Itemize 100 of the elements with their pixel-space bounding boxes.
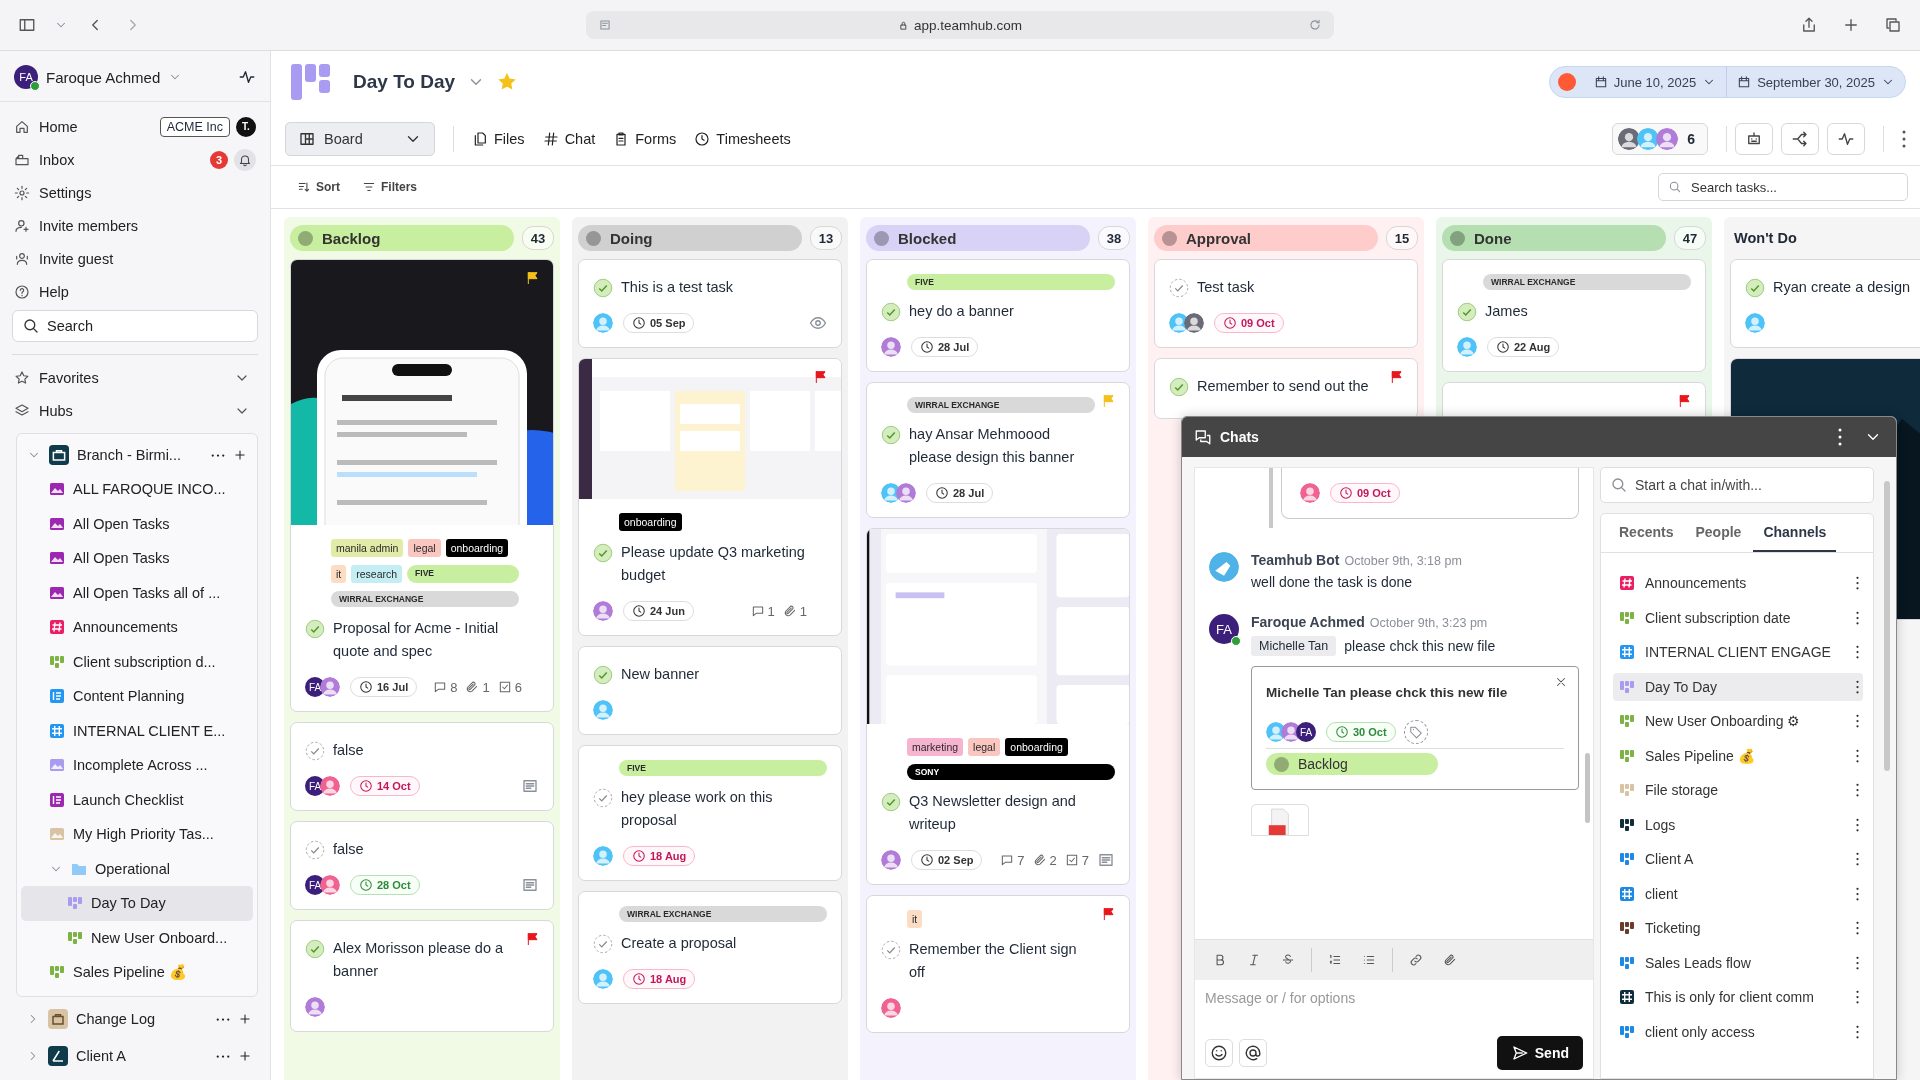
- nav-link[interactable]: Help: [14, 283, 256, 300]
- chat-tab[interactable]: People: [1685, 514, 1752, 552]
- channel-item[interactable]: Announcements: [1613, 569, 1863, 597]
- dashed-check-icon[interactable]: [1169, 278, 1189, 298]
- user-avatar[interactable]: FA: [14, 65, 38, 89]
- task-card[interactable]: Alex Morisson please do a banner: [290, 920, 554, 1032]
- task-card[interactable]: Ryan create a design: [1730, 259, 1920, 348]
- channel-item[interactable]: client: [1613, 879, 1863, 908]
- channel-item[interactable]: Day To Day: [1613, 672, 1863, 701]
- message-field[interactable]: Message or / for options: [1195, 980, 1593, 1036]
- chat-tab[interactable]: Channels: [1753, 514, 1837, 552]
- check-circle-icon[interactable]: [593, 278, 613, 298]
- task-card[interactable]: marketing legal onboarding SONY Q3 Newsletter design and writeup 02 Sep 7 2 7: [866, 528, 1130, 885]
- chat-tab[interactable]: Recents: [1609, 514, 1684, 552]
- notifications-button[interactable]: [234, 148, 256, 171]
- more-button[interactable]: [1902, 130, 1906, 148]
- search-field[interactable]: Search: [12, 310, 258, 342]
- check-circle-icon[interactable]: [305, 619, 325, 639]
- section-toggle[interactable]: Favorites: [0, 361, 270, 394]
- nav-link[interactable]: Home: [14, 118, 154, 135]
- hub-item[interactable]: Change Log: [20, 1000, 258, 1038]
- tree-item[interactable]: All Open Tasks all of ...: [21, 575, 253, 610]
- mention-button[interactable]: [1239, 1039, 1267, 1067]
- filter-button[interactable]: Filters: [362, 180, 417, 194]
- due-date-chip[interactable]: 30 Oct: [1326, 722, 1396, 742]
- flag-icon[interactable]: [1677, 393, 1693, 409]
- channel-item[interactable]: INTERNAL CLIENT ENGAGE: [1613, 638, 1863, 666]
- task-card[interactable]: FIVE hey please work on this proposal 18 Aug: [578, 745, 842, 881]
- task-card[interactable]: Michelle Tan please chck this new file FA 30 Oct Backlog: [1251, 666, 1579, 790]
- tree-item[interactable]: ALL FAROQUE INCO...: [21, 472, 253, 507]
- flag-icon[interactable]: [525, 931, 541, 947]
- close-button[interactable]: [1554, 675, 1568, 689]
- date-range[interactable]: June 10, 2025 September 30, 2025: [1548, 66, 1906, 98]
- toolbar-link[interactable]: Files: [472, 131, 525, 147]
- due-date-chip[interactable]: 09 Oct: [1330, 483, 1400, 503]
- check-circle-icon[interactable]: [593, 665, 613, 685]
- send-button[interactable]: Send: [1496, 1036, 1583, 1070]
- user-name[interactable]: Faroque Achmed: [46, 68, 161, 86]
- scrollbar[interactable]: [1585, 753, 1590, 823]
- channel-item[interactable]: This is only for client comm: [1613, 983, 1863, 1011]
- task-card[interactable]: false FA 28 Oct: [290, 821, 554, 910]
- check-circle-icon[interactable]: [881, 792, 901, 812]
- activity-button[interactable]: [1827, 123, 1865, 155]
- task-card[interactable]: manila admin legal onboarding it research FIVE WIRRAL EXCHANGE Proposal for Acme - Initial quote and spec FA 16 Jul 8 1 6: [290, 259, 554, 712]
- tree-item[interactable]: Operational: [21, 851, 253, 886]
- check-circle-icon[interactable]: [1169, 377, 1189, 397]
- tree-item[interactable]: My High Priority Tas...: [21, 817, 253, 852]
- check-circle-icon[interactable]: [881, 302, 901, 322]
- task-card[interactable]: onboarding Please update Q3 marketing budget 24 Jun 1 1: [578, 358, 842, 636]
- task-card[interactable]: FIVE hey do a banner 28 Jul: [866, 259, 1130, 372]
- toolbar-link[interactable]: Timesheets: [694, 131, 791, 147]
- members-button[interactable]: 6: [1612, 123, 1708, 155]
- nav-link[interactable]: Invite members: [14, 217, 256, 234]
- flag-icon[interactable]: [525, 270, 541, 286]
- tree-item[interactable]: Incomplete Across ...: [21, 748, 253, 783]
- dashed-check-icon[interactable]: [305, 840, 325, 860]
- due-date-chip[interactable]: 18 Aug: [623, 846, 696, 866]
- file-attachment[interactable]: [1251, 804, 1309, 836]
- address-bar[interactable]: app.teamhub.com: [586, 11, 1334, 39]
- star-icon[interactable]: [497, 72, 518, 92]
- channel-item[interactable]: New User Onboarding ⚙: [1613, 707, 1863, 735]
- start-date[interactable]: June 10, 2025: [1583, 74, 1727, 90]
- channel-item[interactable]: Ticketing: [1613, 914, 1863, 942]
- channel-item[interactable]: Sales Leads flow: [1613, 948, 1863, 977]
- toolbar-link[interactable]: Forms: [613, 131, 677, 147]
- quoted-task-card[interactable]: 09 Oct: [1281, 468, 1579, 519]
- due-date-chip[interactable]: 05 Sep: [623, 313, 695, 333]
- task-card[interactable]: New banner: [578, 646, 842, 735]
- flag-icon[interactable]: [813, 369, 829, 385]
- mention-chip[interactable]: Michelle Tan: [1251, 636, 1337, 656]
- tree-item[interactable]: All Open Tasks: [21, 541, 253, 576]
- scrollbar[interactable]: [1884, 481, 1890, 771]
- task-card[interactable]: false FA 14 Oct: [290, 722, 554, 811]
- workflow-button[interactable]: [1781, 123, 1819, 155]
- due-date-chip[interactable]: 24 Jun: [623, 601, 694, 621]
- task-card[interactable]: Test task 09 Oct: [1154, 259, 1418, 348]
- flag-icon[interactable]: [1101, 906, 1117, 922]
- workspace-chip[interactable]: ACME Inc: [159, 116, 230, 137]
- tree-item[interactable]: INTERNAL CLIENT E...: [21, 713, 253, 748]
- dashed-check-icon[interactable]: [593, 788, 613, 808]
- dashed-check-icon[interactable]: [593, 934, 613, 954]
- tree-item[interactable]: Sales Pipeline 💰: [21, 955, 253, 990]
- tree-item[interactable]: Client subscription d...: [21, 644, 253, 679]
- due-date-chip[interactable]: 28 Jul: [926, 483, 994, 503]
- check-circle-icon[interactable]: [881, 425, 901, 445]
- nav-link[interactable]: Invite guest: [14, 250, 256, 267]
- channel-item[interactable]: Sales Pipeline 💰: [1613, 741, 1863, 770]
- due-date-chip[interactable]: 22 Aug: [1487, 337, 1560, 357]
- eye-icon[interactable]: [809, 314, 827, 332]
- workspace-avatar[interactable]: T.: [236, 116, 256, 137]
- due-date-chip[interactable]: 28 Oct: [350, 875, 420, 895]
- status-dot[interactable]: [1557, 73, 1576, 91]
- due-date-chip[interactable]: 16 Jul: [350, 677, 418, 697]
- check-circle-icon[interactable]: [593, 543, 613, 563]
- tree-item[interactable]: All Open Tasks: [21, 506, 253, 541]
- chat-search-field[interactable]: Start a chat in/with...: [1600, 467, 1874, 503]
- flag-icon[interactable]: [1389, 369, 1405, 385]
- nav-link[interactable]: Settings: [14, 184, 256, 201]
- task-search-field[interactable]: Search tasks...: [1658, 173, 1908, 201]
- channel-item[interactable]: Logs: [1613, 810, 1863, 839]
